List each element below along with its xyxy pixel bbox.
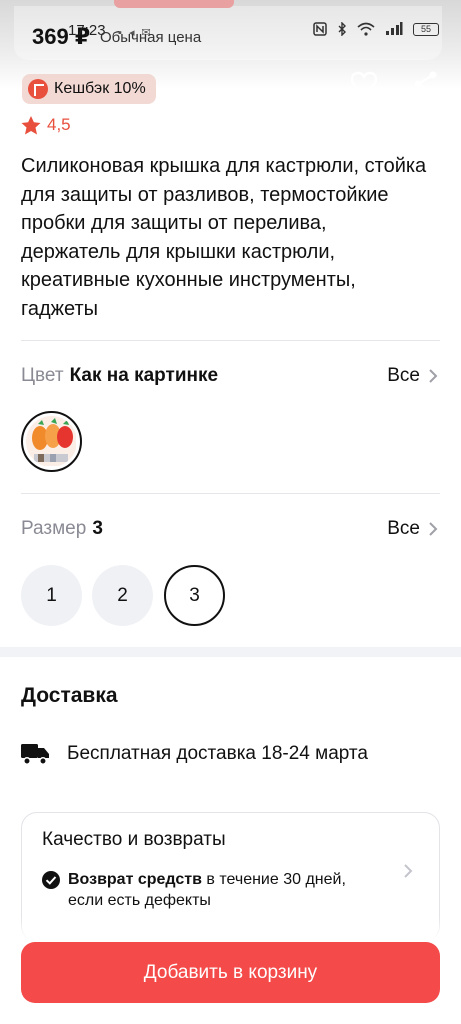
size-all-label: Все bbox=[387, 518, 420, 539]
delivery-text: Бесплатная доставка 18-24 марта bbox=[67, 743, 368, 764]
nfc-icon bbox=[313, 22, 327, 36]
section-separator bbox=[0, 647, 461, 657]
size-chip-3[interactable]: 3 bbox=[164, 565, 225, 626]
return-text: Возврат средств в течение 30 дней, если … bbox=[68, 869, 372, 911]
signal-icon bbox=[385, 22, 403, 36]
product-title: Силиконовая крышка для кастрюли, стойка … bbox=[21, 155, 427, 320]
chevron-right-icon bbox=[429, 369, 438, 383]
bluetooth-icon bbox=[337, 22, 347, 36]
cashback-icon bbox=[28, 79, 48, 99]
color-option-row[interactable]: Цвет Как на картинке Все bbox=[21, 361, 440, 391]
rating: 4,5 bbox=[21, 115, 71, 135]
color-all-link[interactable]: Все bbox=[387, 361, 438, 391]
color-swatch[interactable] bbox=[21, 411, 82, 472]
share-icon bbox=[414, 71, 437, 97]
star-icon bbox=[21, 115, 41, 134]
price-note: Обычная цена bbox=[100, 29, 202, 46]
size-chip-1[interactable]: 1 bbox=[21, 565, 82, 626]
delivery-title: Доставка bbox=[21, 684, 118, 707]
size-all-link[interactable]: Все bbox=[387, 514, 438, 544]
heart-icon bbox=[350, 71, 378, 96]
cashback-badge: Кешбэк 10% bbox=[22, 74, 156, 104]
add-to-cart-button[interactable]: Добавить в корзину bbox=[21, 942, 440, 1003]
divider bbox=[21, 340, 440, 341]
truck-icon bbox=[21, 744, 49, 765]
delivery-row: Бесплатная доставка 18-24 марта bbox=[21, 742, 368, 766]
return-row: Возврат средств в течение 30 дней, если … bbox=[42, 869, 372, 911]
divider bbox=[21, 493, 440, 494]
favorite-button[interactable] bbox=[350, 70, 378, 98]
chevron-right-icon bbox=[404, 864, 413, 878]
color-all-label: Все bbox=[387, 365, 420, 386]
check-circle-icon bbox=[42, 871, 60, 889]
return-bold: Возврат средств bbox=[68, 871, 202, 888]
size-label: Размер bbox=[21, 518, 87, 539]
color-value: Как на картинке bbox=[69, 365, 219, 386]
size-value: 3 bbox=[92, 518, 103, 539]
size-option-row[interactable]: Размер 3 Все bbox=[21, 514, 440, 544]
quality-title: Качество и возвраты bbox=[42, 829, 226, 850]
color-label: Цвет bbox=[21, 365, 64, 386]
product-thumbnail bbox=[26, 416, 77, 467]
rating-value: 4,5 bbox=[47, 115, 71, 134]
price-strip-pill bbox=[114, 0, 234, 8]
share-button[interactable] bbox=[412, 70, 440, 98]
status-right: 55 bbox=[313, 22, 439, 36]
size-chip-2[interactable]: 2 bbox=[92, 565, 153, 626]
battery-icon: 55 bbox=[413, 22, 439, 36]
chevron-right-icon bbox=[429, 522, 438, 536]
cashback-label: Кешбэк 10% bbox=[54, 80, 146, 97]
wifi-icon bbox=[357, 22, 375, 36]
